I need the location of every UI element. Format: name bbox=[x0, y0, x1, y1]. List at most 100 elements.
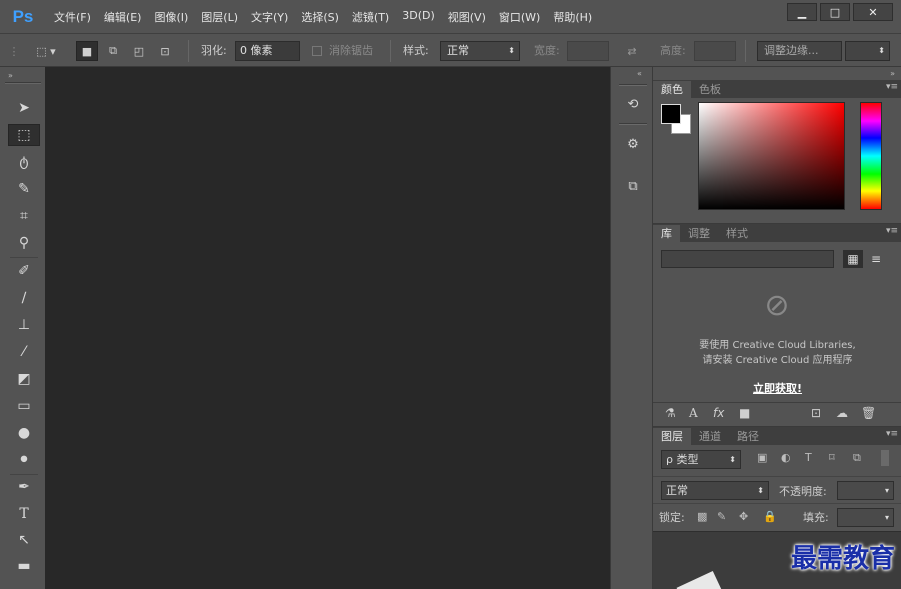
add-graphic-icon[interactable]: ⚗ bbox=[665, 406, 676, 420]
subtract-selection-icon[interactable]: ◰ bbox=[128, 41, 150, 61]
menu-help[interactable]: 帮助(H) bbox=[553, 9, 592, 25]
minimize-button[interactable]: ▁ bbox=[787, 3, 817, 21]
menu-view[interactable]: 视图(V) bbox=[448, 9, 486, 25]
options-grip-icon: ⋮ bbox=[8, 44, 20, 58]
close-button[interactable]: ✕ bbox=[853, 3, 893, 21]
restore-button[interactable]: □ bbox=[820, 3, 850, 21]
antialias-checkbox[interactable] bbox=[311, 41, 323, 61]
height-input[interactable] bbox=[694, 41, 736, 61]
lock-all-icon[interactable]: 🔒 bbox=[763, 510, 777, 523]
swap-icon[interactable]: ⇄ bbox=[622, 41, 642, 61]
foreground-color-swatch[interactable] bbox=[661, 104, 681, 124]
properties-panel-icon[interactable]: ⚙ bbox=[617, 131, 649, 157]
menu-filter[interactable]: 滤镜(T) bbox=[352, 9, 389, 25]
quick-select-tool-icon[interactable]: ✎ bbox=[8, 178, 40, 200]
tab-channels[interactable]: 通道 bbox=[691, 428, 729, 445]
menu-layer[interactable]: 图层(L) bbox=[201, 9, 238, 25]
crop-tool-icon[interactable]: ⌗ bbox=[8, 205, 40, 227]
history-brush-tool-icon[interactable]: ⁄ bbox=[8, 341, 40, 363]
layer-filter-select[interactable]: ρ 类型 ⬍ bbox=[661, 450, 741, 469]
list-view-icon[interactable]: ≡ bbox=[866, 250, 886, 268]
add-layer-style-icon[interactable]: fx bbox=[713, 406, 724, 420]
menu-select[interactable]: 选择(S) bbox=[301, 9, 339, 25]
marquee-tool-icon[interactable]: ⬚ bbox=[8, 124, 40, 146]
add-selection-icon[interactable]: ⧉ bbox=[102, 41, 124, 61]
history-panel-icon[interactable]: ⟲ bbox=[617, 91, 649, 117]
adjustment-filter-icon[interactable]: ◐ bbox=[781, 451, 791, 464]
marquee-preset-button[interactable]: ⬚ ▾ bbox=[26, 41, 66, 61]
menu-image[interactable]: 图像(I) bbox=[154, 9, 188, 25]
collapse-arrows-icon[interactable]: » bbox=[8, 71, 13, 80]
feather-input[interactable]: 0 像素 bbox=[235, 41, 300, 61]
tab-paths[interactable]: 路径 bbox=[729, 428, 767, 445]
eyedropper-tool-icon[interactable]: ⚲ bbox=[8, 232, 40, 254]
width-input[interactable] bbox=[567, 41, 609, 61]
menu-file[interactable]: 文件(F) bbox=[54, 9, 91, 25]
stock-icon[interactable]: ⊡ bbox=[811, 406, 821, 420]
pen-tool-icon[interactable]: ✒ bbox=[8, 476, 40, 498]
library-select[interactable] bbox=[661, 250, 834, 268]
type-filter-icon[interactable]: T bbox=[805, 451, 812, 464]
healing-brush-tool-icon[interactable]: ✐ bbox=[8, 260, 40, 282]
lock-image-icon[interactable]: ✎ bbox=[717, 510, 726, 523]
shape-tool-icon[interactable]: ▬ bbox=[8, 555, 40, 577]
add-color-icon[interactable]: ■ bbox=[739, 406, 750, 420]
collapse-arrows-icon[interactable]: » bbox=[890, 69, 895, 78]
refine-edge-button[interactable]: 调整边缘... bbox=[757, 41, 842, 61]
get-it-now-link[interactable]: 立即获取! bbox=[653, 380, 901, 396]
gradient-tool-icon[interactable]: ▭ bbox=[8, 395, 40, 417]
panel-menu-icon[interactable]: ▾≡ bbox=[886, 82, 898, 92]
lasso-tool-icon[interactable]: ტ bbox=[8, 151, 40, 173]
panel-menu-icon[interactable]: ▾≡ bbox=[886, 429, 898, 439]
tool-divider bbox=[10, 474, 38, 475]
collapse-arrows-icon[interactable]: « bbox=[637, 69, 642, 78]
paragraph-panel-icon[interactable]: ⧉ bbox=[617, 173, 649, 199]
clone-stamp-tool-icon[interactable]: ⊥ bbox=[8, 314, 40, 336]
tab-styles[interactable]: 样式 bbox=[718, 225, 756, 242]
lock-position-icon[interactable]: ✥ bbox=[739, 510, 748, 523]
opacity-input[interactable]: ▾ bbox=[837, 481, 894, 500]
new-selection-icon[interactable]: ■ bbox=[76, 41, 98, 61]
pixel-filter-icon[interactable]: ▣ bbox=[757, 451, 767, 464]
blend-mode-select[interactable]: 正常 ⬍ bbox=[661, 481, 769, 500]
menu-bar: Ps 文件(F) 编辑(E) 图像(I) 图层(L) 文字(Y) 选择(S) 滤… bbox=[0, 0, 901, 33]
hue-slider[interactable] bbox=[860, 102, 882, 210]
move-tool-icon[interactable]: ➤ bbox=[8, 97, 40, 119]
eraser-tool-icon[interactable]: ◩ bbox=[8, 368, 40, 390]
type-tool-icon[interactable]: T bbox=[8, 503, 40, 525]
menu-3d[interactable]: 3D(D) bbox=[402, 9, 435, 25]
feather-label: 羽化: bbox=[201, 44, 227, 57]
path-select-tool-icon[interactable]: ↖ bbox=[8, 529, 40, 551]
add-character-style-icon[interactable]: A bbox=[689, 406, 698, 420]
tab-adjustments[interactable]: 调整 bbox=[680, 225, 718, 242]
width-label: 宽度: bbox=[534, 44, 560, 57]
filter-toggle[interactable] bbox=[881, 450, 889, 466]
shape-filter-icon[interactable]: ⌑ bbox=[829, 451, 835, 464]
brush-tool-icon[interactable]: ∕ bbox=[8, 287, 40, 309]
tab-swatches[interactable]: 色板 bbox=[691, 81, 729, 98]
tab-color[interactable]: 颜色 bbox=[653, 81, 691, 98]
menu-window[interactable]: 窗口(W) bbox=[499, 9, 540, 25]
panel-header-grip bbox=[5, 82, 41, 84]
menu-type[interactable]: 文字(Y) bbox=[251, 9, 288, 25]
color-picker-field[interactable] bbox=[698, 102, 845, 210]
sync-icon[interactable]: ☁ bbox=[836, 406, 848, 420]
style-select[interactable]: 正常 ⬍ bbox=[440, 41, 520, 61]
trash-icon[interactable]: 🗑 bbox=[861, 406, 876, 420]
menu-edit[interactable]: 编辑(E) bbox=[104, 9, 142, 25]
lock-transparent-icon[interactable]: ▩ bbox=[697, 510, 707, 523]
dodge-tool-icon[interactable]: ⚫ bbox=[8, 449, 40, 471]
opacity-label: 不透明度: bbox=[779, 485, 827, 498]
intersect-selection-icon[interactable]: ⊡ bbox=[154, 41, 176, 61]
smart-object-filter-icon[interactable]: ⧉ bbox=[853, 451, 861, 465]
fill-input[interactable]: ▾ bbox=[837, 508, 894, 527]
library-message-line2: 请安装 Creative Cloud 应用程序 bbox=[702, 355, 853, 366]
panel-menu-icon[interactable]: ▾≡ bbox=[886, 226, 898, 236]
document-canvas-area[interactable] bbox=[45, 67, 610, 589]
tab-layers[interactable]: 图层 bbox=[653, 428, 691, 445]
watermark: 最需教育 bbox=[790, 544, 895, 574]
grid-view-icon[interactable]: ▦ bbox=[843, 250, 863, 268]
tab-libraries[interactable]: 库 bbox=[653, 225, 680, 242]
workspace-select[interactable]: ⬍ bbox=[845, 41, 890, 61]
blur-tool-icon[interactable]: ● bbox=[8, 422, 40, 444]
